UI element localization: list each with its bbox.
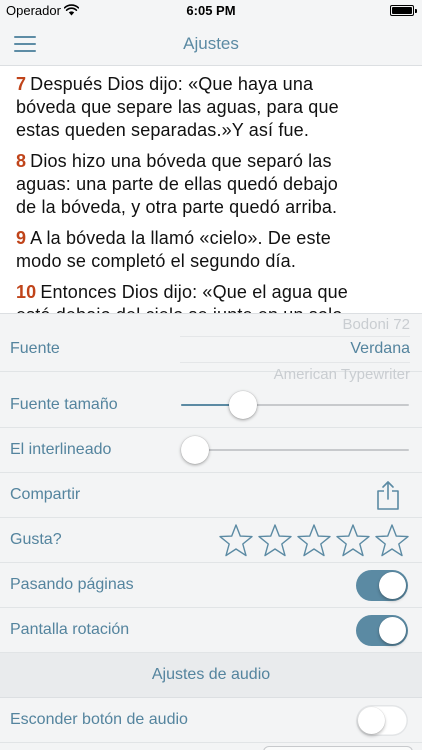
verse-line: está debajo del cielo se junte en un sol… [16,304,406,313]
verse: 9A la bóveda la llamó «cielo». De este m… [16,227,406,273]
nav-bar: Ajustes [0,22,422,66]
slider-thumb[interactable] [229,391,257,419]
verse-line: 7 Después Dios dijo: «Que haya una [16,74,314,94]
page-turning-toggle[interactable] [356,570,408,601]
line-spacing-slider[interactable] [181,435,409,465]
star-outline-icon[interactable] [296,523,332,559]
hide-audio-toggle[interactable] [356,705,408,736]
hide-audio-row: Esconder botón de audio [0,698,422,743]
star-rating[interactable] [218,523,410,559]
audio-section-header: Ajustes de audio [0,653,422,698]
verse-line: modo se completó el segundo día. [16,251,296,271]
verse-number: 7 [16,74,27,94]
screen-rotation-label: Pantalla rotación [10,621,130,638]
settings-panel: Fuente Bodoni 72 Verdana American Typewr… [0,313,422,750]
star-outline-icon[interactable] [335,523,371,559]
font-picker[interactable]: Bodoni 72 Verdana American Typewriter [180,314,410,382]
page-turning-label: Pasando páginas [10,576,134,593]
verse-line: bóveda que separe las aguas, para que [16,97,339,117]
verse-line: de la bóveda, y otra parte quedó arriba. [16,197,338,217]
screen-rotation-row: Pantalla rotación [0,608,422,653]
font-label: Fuente [10,340,60,357]
clock: 6:05 PM [186,3,236,18]
screen-rotation-toggle[interactable] [356,615,408,646]
share-label: Compartir [10,486,81,503]
section-title: Ajustes de audio [151,666,271,683]
line-spacing-row: El interlineado [0,428,422,473]
verse-number: 10 [16,282,37,302]
star-outline-icon[interactable] [218,523,254,559]
font-option-selected[interactable]: Verdana [350,340,410,358]
hide-audio-label: Esconder botón de audio [10,711,188,728]
partial-button[interactable] [263,746,413,750]
font-size-slider[interactable] [181,390,409,420]
verse-line: aguas: una parte de ellas quedó debajo [16,174,338,194]
slider-thumb[interactable] [181,436,209,464]
share-icon[interactable] [376,480,400,510]
verse-line: 10 Entonces Dios dijo: «Que el agua que [16,282,348,302]
page-title: Ajustes [183,34,239,53]
verse-line: estas queden separadas.»Y así fue. [16,120,309,140]
line-spacing-label: El interlineado [10,441,112,458]
verse-line: 9A la bóveda la llamó «cielo». De este [16,228,331,248]
verse-number: 8 [16,151,27,171]
verse: 8 Dios hizo una bóveda que separó las agu… [16,150,406,219]
font-option[interactable]: Bodoni 72 [342,316,410,333]
verse-line: 8 Dios hizo una bóveda que separó las [16,151,332,171]
rating-label: Gusta? [10,531,62,548]
font-size-row: Fuente tamaño [0,383,422,428]
star-outline-icon[interactable] [257,523,293,559]
battery-icon [390,5,417,16]
rating-row: Gusta? [0,518,422,563]
verse-number: 9 [16,228,27,248]
share-row[interactable]: Compartir [0,473,422,518]
font-option[interactable]: American Typewriter [274,366,410,382]
status-bar: Operador 6:05 PM [0,0,422,22]
verse: 10Entonces Dios dijo: «Que el agua que e… [16,281,406,313]
star-outline-icon[interactable] [374,523,410,559]
page-turning-row: Pasando páginas [0,563,422,608]
font-size-label: Fuente tamaño [10,396,118,413]
verse: 7 Después Dios dijo: «Que haya una bóveda… [16,73,406,142]
verse-preview: 7 Después Dios dijo: «Que haya una bóveda… [0,67,422,313]
